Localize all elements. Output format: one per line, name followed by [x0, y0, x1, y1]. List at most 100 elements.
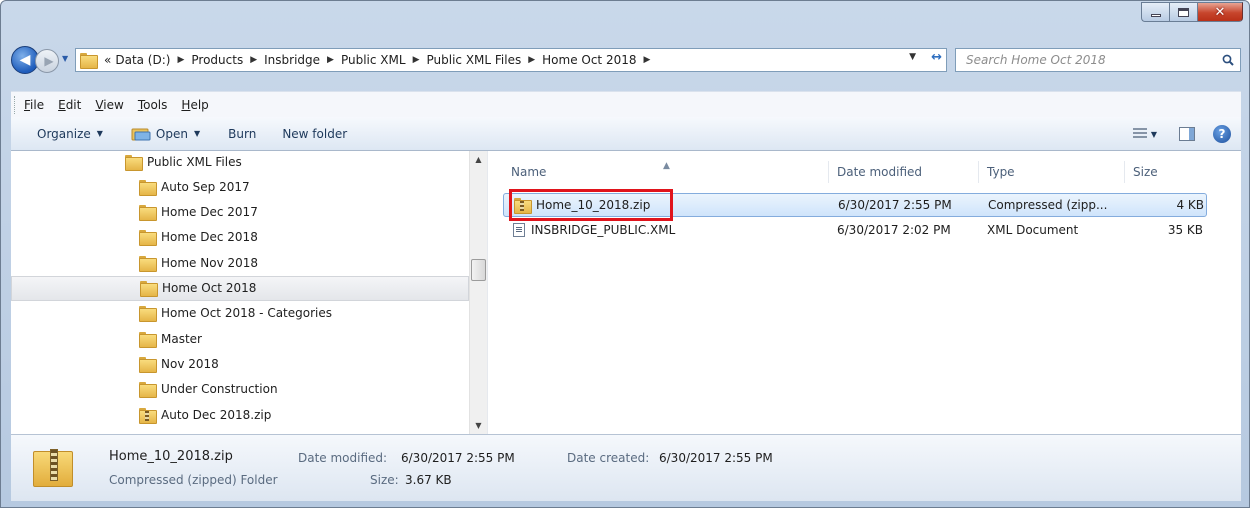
arrow-left-icon: ◀: [19, 52, 31, 68]
scrollbar-thumb[interactable]: [471, 259, 486, 281]
breadcrumb-separator-icon[interactable]: ▶: [245, 55, 262, 65]
open-button[interactable]: Open ▼: [121, 127, 210, 141]
breadcrumb-item[interactable]: Data (D:): [113, 53, 172, 67]
preview-pane-icon[interactable]: [1179, 127, 1195, 141]
column-name[interactable]: ▲ Name: [503, 161, 829, 183]
breadcrumb-separator-icon[interactable]: ▶: [523, 55, 540, 65]
navigation-row: ◀ ▶ ▼ « Data (D:) ▶ Products ▶ Insbridge ▶ Pub…: [11, 45, 1241, 75]
highlight-box: [509, 189, 673, 221]
file-date-modified: 6/30/2017 2:55 PM: [838, 198, 952, 212]
breadcrumb-separator-icon[interactable]: ▶: [639, 55, 656, 65]
menu-file[interactable]: File: [17, 98, 51, 112]
maximize-icon: [1178, 7, 1189, 17]
breadcrumb-separator-icon[interactable]: ▶: [408, 55, 425, 65]
tree-item-label: Public XML Files: [147, 154, 242, 169]
organize-label: Organize: [37, 126, 91, 141]
zip-folder-icon: [33, 449, 73, 487]
minimize-button[interactable]: [1141, 2, 1169, 22]
tree-item[interactable]: Public XML Files: [11, 151, 469, 174]
address-bar[interactable]: « Data (D:) ▶ Products ▶ Insbridge ▶ Public XM…: [75, 48, 947, 72]
search-icon[interactable]: [1222, 54, 1234, 66]
tree-item[interactable]: Under Construction: [11, 377, 469, 402]
breadcrumb-item[interactable]: Home Oct 2018: [540, 53, 638, 67]
folder-icon: [80, 53, 98, 69]
menu-view[interactable]: View: [88, 98, 130, 112]
breadcrumb-item[interactable]: Public XML: [339, 53, 408, 67]
details-file-name: Home_10_2018.zip: [109, 449, 233, 464]
xml-document-icon: [513, 223, 525, 237]
tree-item[interactable]: Home Oct 2018: [11, 275, 469, 301]
chevron-down-icon: ▼: [96, 129, 103, 138]
breadcrumb-overflow[interactable]: «: [102, 53, 113, 67]
scroll-down-icon[interactable]: ▼: [470, 417, 487, 434]
chevron-down-icon: ▼: [193, 129, 201, 138]
navigation-pane: Public XML Files Auto Sep 2017 Home Dec 20…: [11, 151, 487, 434]
zipper-icon: [145, 410, 149, 421]
help-icon[interactable]: ?: [1213, 125, 1231, 143]
tree-item[interactable]: Master: [11, 326, 469, 351]
tree-item-label: Auto Dec 2018.zip: [161, 407, 272, 422]
tree-item[interactable]: Nov 2018: [11, 351, 469, 376]
menu-edit[interactable]: Edit: [51, 98, 88, 112]
change-view-icon[interactable]: [1132, 128, 1147, 140]
column-date-label: Date modified: [837, 165, 923, 179]
tree-item[interactable]: Home Oct 2018 - Categories: [11, 301, 469, 326]
details-size-label: Size:: [370, 473, 399, 487]
tree-item-label: Master: [161, 331, 202, 346]
folder-icon: [139, 331, 157, 348]
burn-button[interactable]: Burn: [218, 127, 266, 141]
navigation-scrollbar[interactable]: ▲ ▼: [469, 151, 487, 434]
refresh-icon[interactable]: ↔: [931, 50, 942, 65]
file-name: INSBRIDGE_PUBLIC.XML: [531, 223, 676, 237]
tree-item-label: Home Oct 2018: [162, 281, 257, 295]
tree-item-label: Home Oct 2018 - Categories: [161, 306, 332, 321]
menu-help[interactable]: Help: [174, 98, 215, 112]
tree-item[interactable]: Home Nov 2018: [11, 250, 469, 275]
breadcrumb-item[interactable]: Insbridge: [262, 53, 322, 67]
new-folder-button[interactable]: New folder: [272, 127, 357, 141]
folder-icon: [139, 255, 157, 272]
close-button[interactable]: ✕: [1197, 2, 1243, 22]
organize-button[interactable]: Organize ▼: [27, 127, 113, 141]
search-input[interactable]: Search Home Oct 2018: [955, 48, 1241, 72]
tree-item-label: Home Dec 2017: [161, 205, 258, 220]
details-modified-label: Date modified:: [298, 451, 388, 465]
burn-label: Burn: [228, 126, 257, 141]
tree-item[interactable]: Home Dec 2017: [11, 200, 469, 225]
file-size: 35 KB: [1167, 223, 1203, 237]
tree-item[interactable]: Auto Sep 2017: [11, 174, 469, 199]
column-date-modified[interactable]: Date modified: [829, 161, 979, 183]
search-placeholder: Search Home Oct 2018: [966, 53, 1106, 67]
tree-item[interactable]: Home Dec 2018: [11, 225, 469, 250]
minimize-icon: [1150, 13, 1161, 17]
column-size[interactable]: Size: [1125, 161, 1207, 183]
scroll-up-icon[interactable]: ▲: [470, 151, 487, 168]
column-header: ▲ Name Date modified Type Size: [493, 151, 1241, 189]
breadcrumb-separator-icon[interactable]: ▶: [172, 55, 189, 65]
file-type: Compressed (zipp...: [988, 198, 1108, 212]
menu-tools[interactable]: Tools: [131, 98, 175, 112]
chevron-down-icon[interactable]: ▼: [1151, 130, 1157, 139]
tree-item-label: Auto Sep 2017: [161, 179, 250, 194]
recent-pages-button[interactable]: ▼: [62, 54, 68, 63]
maximize-button[interactable]: [1169, 2, 1197, 22]
breadcrumb-item[interactable]: Public XML Files: [424, 53, 523, 67]
folder-icon: [139, 306, 157, 323]
folder-icon: [140, 281, 158, 297]
folder-icon: [139, 230, 157, 247]
tree-item[interactable]: Auto Dec 2018.zip: [11, 402, 469, 427]
file-row[interactable]: INSBRIDGE_PUBLIC.XML 6/30/2017 2:02 PM XML…: [503, 219, 1207, 243]
tree-item-label: Under Construction: [161, 382, 278, 397]
sort-ascending-icon: ▲: [663, 161, 670, 171]
tree-item-label: Home Dec 2018: [161, 230, 258, 245]
forward-button[interactable]: ▶: [35, 49, 59, 73]
file-date-modified: 6/30/2017 2:02 PM: [837, 223, 951, 237]
column-name-label: Name: [511, 165, 547, 179]
column-type[interactable]: Type: [979, 161, 1125, 183]
breadcrumb-item[interactable]: Products: [189, 53, 245, 67]
file-name-cell: INSBRIDGE_PUBLIC.XML: [513, 223, 675, 237]
address-dropdown-icon[interactable]: ▼: [909, 52, 916, 62]
breadcrumb-separator-icon[interactable]: ▶: [322, 55, 339, 65]
arrow-right-icon: ▶: [44, 54, 54, 68]
breadcrumb: « Data (D:) ▶ Products ▶ Insbridge ▶ Public XM…: [102, 53, 655, 67]
